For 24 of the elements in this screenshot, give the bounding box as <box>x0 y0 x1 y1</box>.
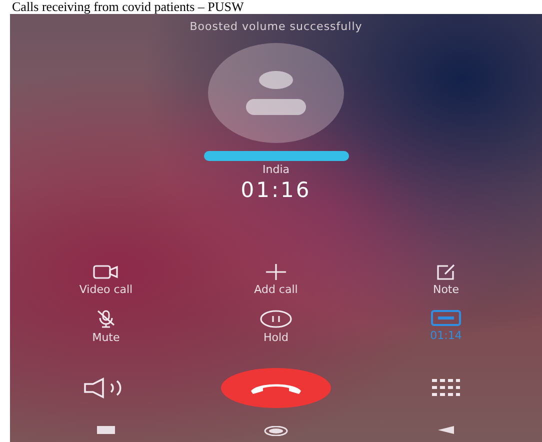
note-button[interactable]: Note <box>361 264 531 296</box>
recent-apps-button[interactable] <box>97 426 115 436</box>
video-camera-icon <box>93 264 119 280</box>
caller-location: India <box>262 163 290 176</box>
edit-note-icon <box>436 264 456 280</box>
hold-button[interactable]: Hold <box>191 310 361 344</box>
mute-button[interactable]: Mute <box>21 310 191 344</box>
keypad-button[interactable] <box>432 379 460 397</box>
square-icon <box>97 426 115 434</box>
home-button[interactable] <box>264 426 288 436</box>
add-button[interactable]: Add call <box>191 264 361 296</box>
microphone-off-icon <box>96 310 116 328</box>
video-button[interactable]: Video call <box>21 264 191 296</box>
back-button[interactable] <box>438 426 454 436</box>
dial-pad-icon <box>432 379 460 397</box>
pause-icon <box>260 310 292 328</box>
recording-icon <box>431 310 461 326</box>
plus-icon <box>265 264 287 280</box>
call-timer: 01:16 <box>240 178 312 202</box>
person-silhouette-icon <box>244 71 308 115</box>
triangle-icon <box>438 426 454 434</box>
phone-hangup-icon <box>249 382 303 394</box>
document-heading: Calls receiving from covid patients – PUSW <box>11 0 244 14</box>
toast-message: Boosted volume successfully <box>190 20 362 33</box>
